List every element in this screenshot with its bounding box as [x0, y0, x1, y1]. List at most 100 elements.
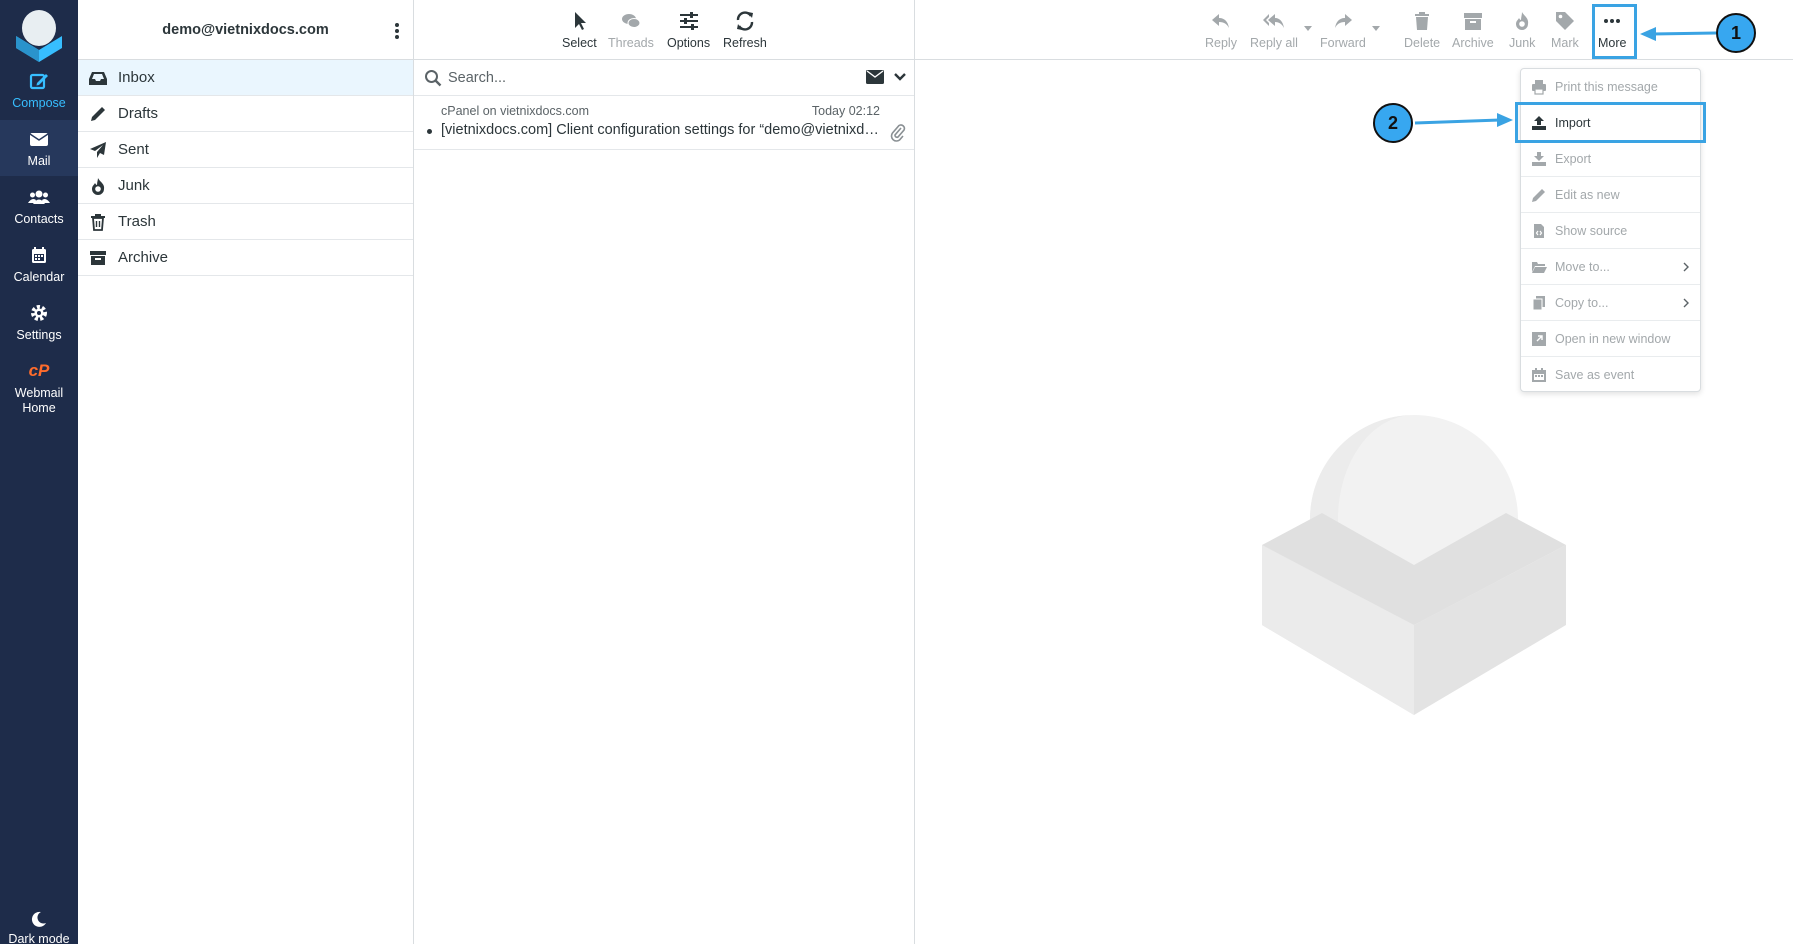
moon-icon — [30, 910, 48, 928]
folder-label: Inbox — [118, 69, 155, 86]
message-from: cPanel on vietnixdocs.com — [441, 104, 589, 118]
callout-1-number: 1 — [1730, 22, 1741, 43]
callout-1: 1 — [1716, 13, 1756, 53]
roundcube-watermark — [1262, 415, 1572, 725]
menu-show-source-label: Show source — [1555, 223, 1628, 238]
reply-all-dropdown-icon[interactable] — [1304, 26, 1312, 31]
envelope-icon — [28, 128, 50, 150]
folder-label: Archive — [118, 249, 169, 266]
message-list-pane: Select Threads Options Refresh cPanel on… — [414, 0, 915, 944]
trash-icon — [88, 213, 108, 231]
trash-icon — [1411, 10, 1433, 32]
folder-inbox[interactable]: Inbox — [78, 60, 413, 96]
menu-move-to-label: Move to... — [1555, 259, 1610, 274]
download-icon — [1531, 151, 1547, 167]
external-window-icon — [1531, 331, 1547, 347]
folder-label: Junk — [118, 177, 150, 194]
envelope-filter-icon[interactable] — [866, 70, 884, 84]
nav-compose[interactable]: Compose — [0, 70, 78, 110]
list-toolbar: Select Threads Options Refresh — [414, 0, 914, 60]
import-highlight — [1515, 102, 1706, 143]
forward-button[interactable]: Forward — [1320, 10, 1366, 50]
folder-drafts[interactable]: Drafts — [78, 96, 413, 132]
folder-open-icon — [1531, 259, 1547, 275]
folder-label: Sent — [118, 141, 149, 158]
reply-all-button[interactable]: Reply all — [1250, 10, 1298, 50]
search-bar — [414, 60, 914, 96]
cpanel-icon: cP — [28, 361, 50, 380]
nav-settings[interactable]: Settings — [0, 302, 78, 342]
account-menu-icon[interactable] — [389, 20, 405, 42]
menu-print-label: Print this message — [1555, 79, 1658, 94]
search-input[interactable] — [448, 66, 828, 90]
menu-export[interactable]: Export — [1521, 141, 1700, 177]
junk-label: Junk — [1509, 36, 1536, 50]
menu-copy-to[interactable]: Copy to... — [1521, 285, 1700, 321]
forward-dropdown-icon[interactable] — [1372, 26, 1380, 31]
reply-all-label: Reply all — [1250, 36, 1298, 50]
menu-save-as-event[interactable]: Save as event — [1521, 357, 1700, 393]
nav-contacts[interactable]: Contacts — [0, 186, 78, 226]
paperclip-icon — [890, 124, 906, 142]
menu-show-source[interactable]: Show source — [1521, 213, 1700, 249]
mark-button[interactable]: Mark — [1551, 10, 1579, 50]
refresh-button[interactable]: Refresh — [723, 10, 767, 50]
cursor-icon — [568, 10, 590, 32]
select-label: Select — [562, 36, 597, 50]
print-icon — [1531, 79, 1547, 95]
dark-mode-toggle[interactable]: Dark mode — [0, 910, 78, 946]
search-icon — [424, 69, 442, 87]
select-button[interactable]: Select — [562, 10, 597, 50]
reply-icon — [1210, 10, 1232, 32]
message-row[interactable]: cPanel on vietnixdocs.com Today 02:12 [v… — [414, 96, 914, 150]
menu-copy-to-label: Copy to... — [1555, 295, 1609, 310]
forward-label: Forward — [1320, 36, 1366, 50]
nav-webmail-home[interactable]: cP Webmail Home — [0, 360, 78, 416]
pencil-icon — [1531, 187, 1547, 203]
chevron-down-icon[interactable] — [894, 72, 906, 82]
archive-label: Archive — [1452, 36, 1494, 50]
nav-webmail-label-1: Webmail — [14, 386, 64, 400]
main-nav: Compose Mail Contacts Calendar Settings … — [0, 0, 78, 946]
folder-junk[interactable]: Junk — [78, 168, 413, 204]
folder-archive[interactable]: Archive — [78, 240, 413, 276]
nav-calendar-label: Calendar — [13, 270, 65, 284]
menu-edit-as-new[interactable]: Edit as new — [1521, 177, 1700, 213]
mark-label: Mark — [1551, 36, 1579, 50]
menu-move-to[interactable]: Move to... — [1521, 249, 1700, 285]
tag-icon — [1554, 10, 1576, 32]
nav-settings-label: Settings — [16, 328, 62, 342]
nav-contacts-label: Contacts — [14, 212, 64, 226]
folder-pane: demo@vietnixdocs.com Inbox Drafts Sent J… — [78, 0, 414, 944]
menu-edit-as-new-label: Edit as new — [1555, 187, 1620, 202]
reply-button[interactable]: Reply — [1205, 10, 1237, 50]
delete-button[interactable]: Delete — [1404, 10, 1440, 50]
options-button[interactable]: Options — [667, 10, 710, 50]
archive-button[interactable]: Archive — [1452, 10, 1494, 50]
message-toolbar: Reply Reply all Forward Delete Archive J… — [915, 0, 1793, 60]
roundcube-logo[interactable] — [12, 6, 66, 62]
nav-compose-label: Compose — [12, 96, 66, 110]
archive-icon — [1462, 10, 1484, 32]
chevron-right-icon — [1682, 262, 1690, 272]
paper-plane-icon — [88, 141, 108, 159]
folder-trash[interactable]: Trash — [78, 204, 413, 240]
threads-label: Threads — [608, 36, 654, 50]
refresh-icon — [734, 10, 756, 32]
delete-label: Delete — [1404, 36, 1441, 50]
menu-open-new-window[interactable]: Open in new window — [1521, 321, 1700, 357]
sliders-icon — [678, 10, 700, 32]
copy-icon — [1531, 295, 1547, 311]
calendar-icon — [1531, 367, 1547, 383]
archive-icon — [88, 249, 108, 267]
folder-sent[interactable]: Sent — [78, 132, 413, 168]
threads-button[interactable]: Threads — [608, 10, 654, 50]
menu-print[interactable]: Print this message — [1521, 69, 1700, 105]
account-header: demo@vietnixdocs.com — [78, 0, 413, 60]
menu-export-label: Export — [1555, 151, 1592, 166]
nav-calendar[interactable]: Calendar — [0, 244, 78, 284]
nav-mail-label: Mail — [27, 154, 51, 168]
junk-button[interactable]: Junk — [1509, 10, 1535, 50]
reply-label: Reply — [1205, 36, 1237, 50]
nav-mail[interactable]: Mail — [0, 120, 78, 176]
